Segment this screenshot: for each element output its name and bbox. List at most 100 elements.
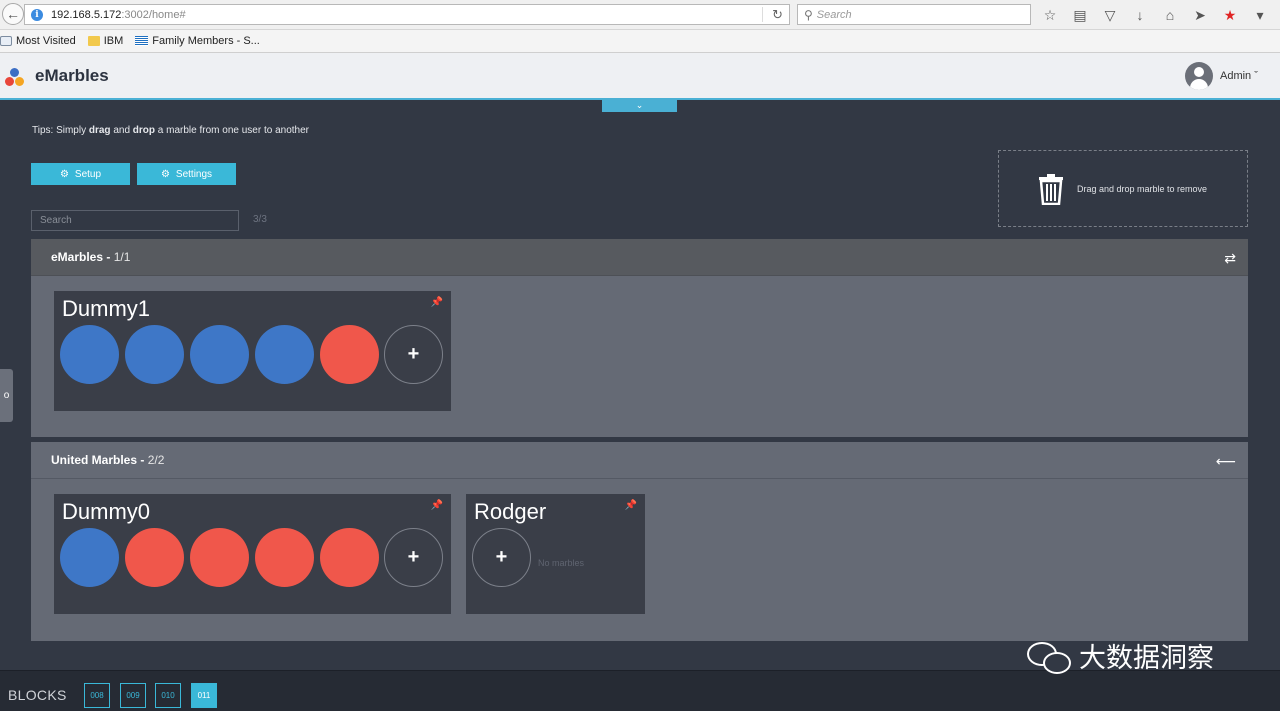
tips-text: Tips: Simply drag and drop a marble from…: [32, 125, 309, 136]
tips-drop: drop: [132, 125, 156, 136]
tips-and: and: [110, 125, 133, 136]
browser-toolbar-icons: ☆ ▤ ▽ ↓ ⌂ ➤ ★ ▾ ☰: [1040, 5, 1280, 25]
company-name: eMarbles: [51, 250, 104, 264]
block-item[interactable]: 011: [191, 683, 217, 708]
info-icon[interactable]: i: [31, 8, 43, 21]
add-marble-button[interactable]: +: [472, 528, 531, 587]
tips-suffix: a marble from one user to another: [155, 125, 309, 136]
browser-toolbar: ← i 192.168.5.172:3002/home# ↻ ⚲ Search …: [0, 0, 1280, 30]
bookmark-ibm[interactable]: IBM: [87, 35, 124, 47]
red-marble[interactable]: [320, 528, 379, 587]
user-name: Dummy1: [62, 296, 151, 321]
trash-drop-zone[interactable]: Drag and drop marble to remove: [998, 150, 1248, 227]
bookmark-family-members[interactable]: Family Members - S...: [135, 35, 260, 47]
search-input[interactable]: [31, 210, 239, 231]
user-card-dummy1[interactable]: Dummy1 📌 +: [54, 291, 451, 411]
red-marble[interactable]: [255, 528, 314, 587]
user-name: Dummy0: [62, 499, 151, 524]
block-item[interactable]: 008: [84, 683, 110, 708]
avatar[interactable]: [1185, 62, 1213, 90]
ibm-logo-icon: [135, 36, 149, 46]
star-bookmark-icon[interactable]: ☆: [1040, 5, 1060, 25]
search-count: 3/3: [253, 214, 267, 225]
back-button[interactable]: ←: [2, 3, 24, 25]
ring-icon: o: [3, 390, 10, 401]
app-logo-icon: [5, 68, 25, 88]
gears-icon: ⚙: [59, 168, 69, 180]
chevron-down-icon: ˇ: [1254, 70, 1258, 82]
company-panel-emarbles: eMarbles - 1/1 ⇄ Dummy1 📌 +: [31, 239, 1248, 437]
company-count: 1/1: [113, 250, 131, 264]
pin-icon[interactable]: 📌: [625, 500, 637, 511]
url-path: :3002/home#: [121, 8, 186, 21]
logo-dot: [5, 77, 14, 86]
block-item[interactable]: 010: [155, 683, 181, 708]
red-marble[interactable]: [125, 528, 184, 587]
trash-icon: [1037, 173, 1065, 205]
trash-label: Drag and drop marble to remove: [1077, 183, 1208, 194]
pin-icon[interactable]: 📌: [431, 500, 443, 511]
chevron-down-icon: ⌄: [635, 100, 644, 110]
arrow-left-icon: ←: [6, 6, 20, 22]
pocket-icon[interactable]: ▽: [1100, 5, 1120, 25]
company-count: 2/2: [147, 453, 165, 467]
user-name: Rodger: [474, 499, 547, 524]
bookmarks-bar: Most Visited IBM Family Members - S...: [0, 30, 1280, 53]
blue-marble[interactable]: [60, 325, 119, 384]
home-icon[interactable]: ⌂: [1160, 5, 1180, 25]
chevron-down-icon[interactable]: ▾: [1250, 5, 1270, 25]
settings-button[interactable]: ⚙ Settings: [137, 163, 236, 185]
red-star-icon[interactable]: ★: [1220, 5, 1240, 25]
browser-search-placeholder: Search: [816, 8, 852, 21]
user-card-rodger[interactable]: Rodger 📌 + No marbles: [466, 494, 645, 614]
browser-search-input[interactable]: ⚲ Search: [797, 4, 1031, 25]
add-marble-button[interactable]: +: [384, 325, 443, 384]
company-separator: -: [103, 250, 114, 264]
side-drawer-tab[interactable]: o: [0, 369, 13, 422]
user-name: Admin: [1220, 70, 1252, 82]
tips-prefix: Tips: Simply: [32, 125, 89, 136]
company-name: United Marbles: [51, 453, 138, 467]
user-card-dummy0[interactable]: Dummy0 📌 +: [54, 494, 451, 614]
block-item[interactable]: 009: [120, 683, 146, 708]
arrow-left-icon[interactable]: ⟵: [1216, 453, 1236, 470]
bookmark-most-visited[interactable]: Most Visited: [0, 35, 76, 47]
user-body: [1190, 79, 1208, 90]
user-menu[interactable]: Admin ˇ: [1220, 70, 1258, 82]
reload-icon[interactable]: ↻: [772, 7, 783, 23]
swap-icon[interactable]: ⇄: [1224, 250, 1236, 267]
company-header: United Marbles - 2/2 ⟵: [31, 442, 1248, 479]
company-header: eMarbles - 1/1 ⇄: [31, 239, 1248, 276]
logo-dot: [10, 68, 19, 77]
red-marble[interactable]: [190, 528, 249, 587]
pin-icon[interactable]: 📌: [431, 297, 443, 308]
gear-icon: ⚙: [160, 168, 170, 180]
blue-marble[interactable]: [190, 325, 249, 384]
download-icon[interactable]: ↓: [1130, 5, 1150, 25]
company-panel-united-marbles: United Marbles - 2/2 ⟵ Dummy0 📌 + Rodger…: [31, 442, 1248, 641]
send-icon[interactable]: ➤: [1190, 5, 1210, 25]
address-bar[interactable]: i 192.168.5.172:3002/home# ↻: [24, 4, 790, 25]
reading-list-icon[interactable]: ▤: [1070, 5, 1090, 25]
bookmark-label: IBM: [103, 35, 124, 47]
logo-dot: [15, 77, 24, 86]
settings-label: Settings: [175, 168, 213, 180]
blue-marble[interactable]: [125, 325, 184, 384]
plus-icon: +: [407, 343, 420, 365]
folder-icon: [87, 36, 100, 46]
page-icon: [0, 36, 12, 46]
red-marble[interactable]: [320, 325, 379, 384]
app-title: eMarbles: [35, 66, 109, 85]
blue-marble[interactable]: [60, 528, 119, 587]
bookmark-label: Family Members - S...: [152, 35, 260, 47]
company-separator: -: [137, 453, 148, 467]
blocks-label: BLOCKS: [8, 687, 67, 703]
search-icon: ⚲: [804, 7, 813, 22]
blue-marble[interactable]: [255, 325, 314, 384]
bookmark-label: Most Visited: [16, 35, 76, 47]
setup-button[interactable]: ⚙ Setup: [31, 163, 130, 185]
add-marble-button[interactable]: +: [384, 528, 443, 587]
plus-icon: +: [495, 546, 508, 568]
watermark-text: 大数据洞察: [1079, 643, 1214, 674]
header-toggle-tab[interactable]: ⌄: [602, 100, 677, 112]
